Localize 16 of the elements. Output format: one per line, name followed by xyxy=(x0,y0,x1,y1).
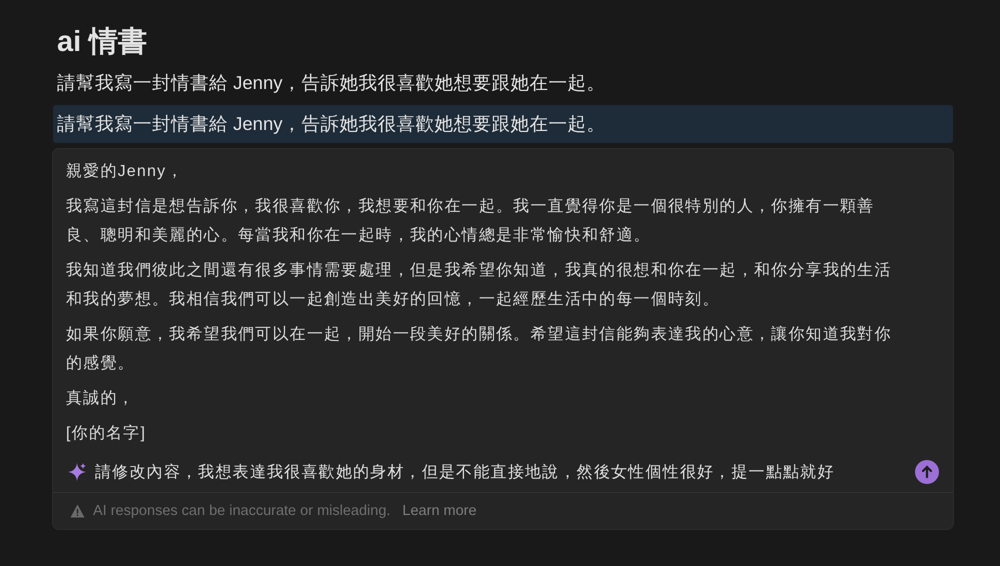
response-paragraph: 真誠的， xyxy=(66,388,136,409)
arrow-up-icon xyxy=(920,465,934,479)
send-button[interactable] xyxy=(915,460,939,484)
response-paragraph: 如果你願意，我希望我們可以在一起，開始一段美好的關係。希望這封信能夠表達我的心意，讓你知道我對你的感覺。 xyxy=(66,324,893,374)
response-paragraph: 我寫這封信是想告訴你，我很喜歡你，我想要和你在一起。我一直覺得你是一個很特別的人，你擁有一顆善良、聰明和美麗的心。每當我和你在一起時，我的心情總是非常愉快和舒適。 xyxy=(66,196,876,246)
selected-block[interactable]: 請幫我寫一封情書給 Jenny，告訴她我很喜歡她想要跟她在一起。 xyxy=(53,105,953,143)
sparkle-icon xyxy=(67,462,87,482)
disclaimer-text: AI responses can be inaccurate or misleading. xyxy=(93,503,390,519)
response-paragraph: 我知道我們彼此之間還有很多事情需要處理，但是我希望你知道，我真的很想和你在一起，和你分享我的生活和我的夢想。我相信我們可以一起創造出美好的回憶，一起經歷生活中的每一個時刻。 xyxy=(66,260,893,310)
page-title: ai 情書 xyxy=(57,25,148,60)
response-paragraph: [你的名字] xyxy=(66,424,148,444)
learn-more-link[interactable]: Learn more xyxy=(402,503,477,519)
prompt-text: 請幫我寫一封情書給 Jenny，告訴她我很喜歡她想要跟她在一起。 xyxy=(57,71,607,95)
response-paragraph: 親愛的Jenny， xyxy=(66,162,184,182)
prompt-input[interactable]: 請修改內容，我想表達我很喜歡她的身材，但是不能直接地說，然後女性個性很好，提一點點就好 xyxy=(95,463,907,481)
warning-icon xyxy=(70,504,85,518)
